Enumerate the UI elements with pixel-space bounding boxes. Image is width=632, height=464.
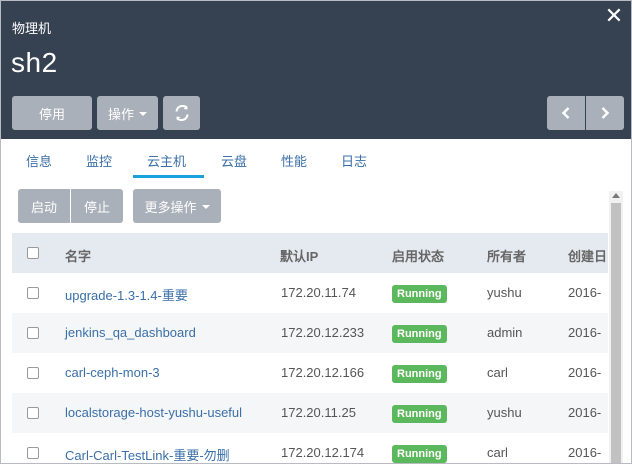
tab-volumes[interactable]: 云盘 <box>221 151 247 170</box>
table-row: carl-ceph-mon-3 172.20.12.166 Running ca… <box>12 353 608 393</box>
vm-name-link[interactable]: jenkins_qa_dashboard <box>65 325 196 340</box>
caret-down-icon <box>139 112 147 116</box>
row-checkbox[interactable] <box>27 327 39 339</box>
status-badge: Running <box>392 405 447 423</box>
chevron-right-icon <box>601 107 610 119</box>
more-actions-label: 更多操作 <box>144 199 197 215</box>
scroll-up-icon[interactable] <box>612 193 620 198</box>
vm-ip: 172.20.11.25 <box>281 405 356 420</box>
resource-name-title: sh2 <box>11 47 58 78</box>
previous-button[interactable] <box>547 96 585 130</box>
vm-ip: 172.20.12.233 <box>281 325 365 340</box>
row-checkbox[interactable] <box>27 287 39 299</box>
vm-name-link[interactable]: Carl-Carl-TestLink-重要-勿删 <box>65 445 230 463</box>
vertical-scrollbar[interactable] <box>609 191 623 463</box>
vm-created: 2016- <box>568 325 602 340</box>
actions-dropdown-button[interactable]: 操作 <box>97 96 158 130</box>
stop-button[interactable]: 停止 <box>71 189 123 223</box>
vm-owner: yushu <box>487 405 522 420</box>
detail-header: 物理机 sh2 ✕ 停用 操作 <box>1 1 631 139</box>
more-actions-button[interactable]: 更多操作 <box>133 189 221 223</box>
tab-info[interactable]: 信息 <box>26 151 52 170</box>
status-badge: Running <box>392 285 447 303</box>
actions-label: 操作 <box>107 106 134 122</box>
table-row: upgrade-1.3-1.4-重要 172.20.11.74 Running … <box>12 273 608 313</box>
table-row: Carl-Carl-TestLink-重要-勿删 172.20.12.174 R… <box>12 433 608 463</box>
resource-type-label: 物理机 <box>12 21 52 36</box>
tab-monitor[interactable]: 监控 <box>86 151 112 170</box>
chevron-left-icon <box>561 107 570 119</box>
disable-button[interactable]: 停用 <box>12 96 92 130</box>
table-header: 名字 默认IP 启用状态 所有者 创建日 <box>12 233 608 273</box>
vm-name-link[interactable]: carl-ceph-mon-3 <box>65 365 160 380</box>
vm-table: 名字 默认IP 启用状态 所有者 创建日 upgrade-1.3-1.4-重要 … <box>12 233 608 463</box>
table-row: localstorage-host-yushu-useful 172.20.11… <box>12 393 608 433</box>
column-header-ip[interactable]: 默认IP <box>280 246 318 265</box>
vm-ip: 172.20.12.174 <box>281 445 365 460</box>
vm-ip: 172.20.11.74 <box>281 285 356 300</box>
status-badge: Running <box>392 365 447 383</box>
vm-created: 2016- <box>568 365 602 380</box>
table-row: jenkins_qa_dashboard 172.20.12.233 Runni… <box>12 313 608 353</box>
start-button[interactable]: 启动 <box>18 189 70 223</box>
column-header-status[interactable]: 启用状态 <box>392 246 444 265</box>
row-checkbox[interactable] <box>27 367 39 379</box>
column-header-name[interactable]: 名字 <box>65 246 91 265</box>
row-checkbox[interactable] <box>27 447 39 459</box>
status-badge: Running <box>392 445 447 463</box>
tab-vm-instances[interactable]: 云主机 <box>147 151 186 170</box>
next-button[interactable] <box>586 96 624 130</box>
column-header-created[interactable]: 创建日 <box>568 246 607 265</box>
vm-owner: carl <box>487 365 508 380</box>
tab-logs[interactable]: 日志 <box>341 151 367 170</box>
vm-owner: admin <box>487 325 523 340</box>
vm-created: 2016- <box>568 405 602 420</box>
refresh-icon <box>175 105 188 121</box>
scroll-thumb[interactable] <box>611 203 621 463</box>
tab-performance[interactable]: 性能 <box>281 151 307 170</box>
caret-down-icon <box>201 205 210 209</box>
column-header-owner[interactable]: 所有者 <box>487 246 526 265</box>
vm-name-link[interactable]: localstorage-host-yushu-useful <box>65 405 242 420</box>
vm-owner: yushu <box>487 285 522 300</box>
status-badge: Running <box>392 325 447 343</box>
active-tab-indicator <box>133 175 204 178</box>
select-all-checkbox[interactable] <box>27 247 39 259</box>
vm-ip: 172.20.12.166 <box>281 365 365 380</box>
refresh-button[interactable] <box>163 96 200 130</box>
detail-tabs: 信息 监控 云主机 云盘 性能 日志 <box>1 139 631 181</box>
row-checkbox[interactable] <box>27 407 39 419</box>
vm-created: 2016- <box>568 285 602 300</box>
vm-created: 2016- <box>568 445 602 460</box>
vm-owner: carl <box>487 445 508 460</box>
host-detail-panel: 物理机 sh2 ✕ 停用 操作 信息 监控 云主机 云盘 性能 日志 启动 停止… <box>0 0 632 464</box>
close-icon[interactable]: ✕ <box>603 5 625 27</box>
vm-name-link[interactable]: upgrade-1.3-1.4-重要 <box>65 285 188 304</box>
